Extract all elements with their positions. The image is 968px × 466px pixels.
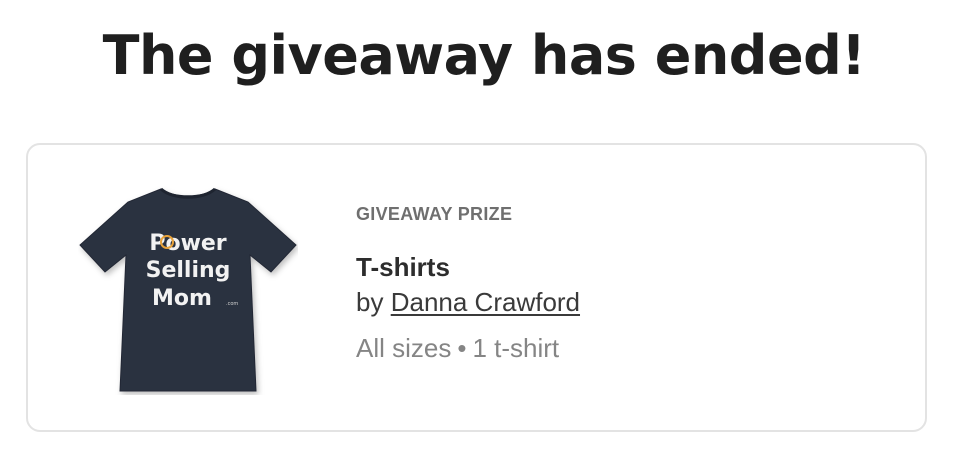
giveaway-prize-label: GIVEAWAY PRIZE — [356, 204, 513, 224]
prize-quantity: 1 t-shirt — [472, 333, 560, 363]
t-shirt-icon: Power Selling Mom .com — [79, 187, 297, 392]
prize-sizes: All sizes — [356, 333, 452, 363]
shirt-print-suffix: .com — [226, 301, 238, 307]
shirt-print-line-2: Selling — [146, 258, 231, 283]
byline-prefix: by — [356, 287, 384, 317]
prize-details: All sizes • 1 t-shirt — [356, 331, 580, 365]
prize-byline: by Danna Crawford — [356, 285, 580, 319]
prize-card: Power Selling Mom .com GIVEAWAY PRIZE T-… — [26, 143, 927, 432]
prize-title: T-shirts — [356, 252, 450, 282]
author-link[interactable]: Danna Crawford — [391, 287, 580, 317]
page-headline: The giveaway has ended! — [102, 24, 866, 87]
prize-image: Power Selling Mom .com — [78, 185, 298, 395]
shirt-print-line-3: Mom — [152, 286, 212, 311]
separator-dot: • — [457, 333, 467, 363]
prize-info: GIVEAWAY PRIZE T-shirts by Danna Crawfor… — [356, 203, 580, 365]
